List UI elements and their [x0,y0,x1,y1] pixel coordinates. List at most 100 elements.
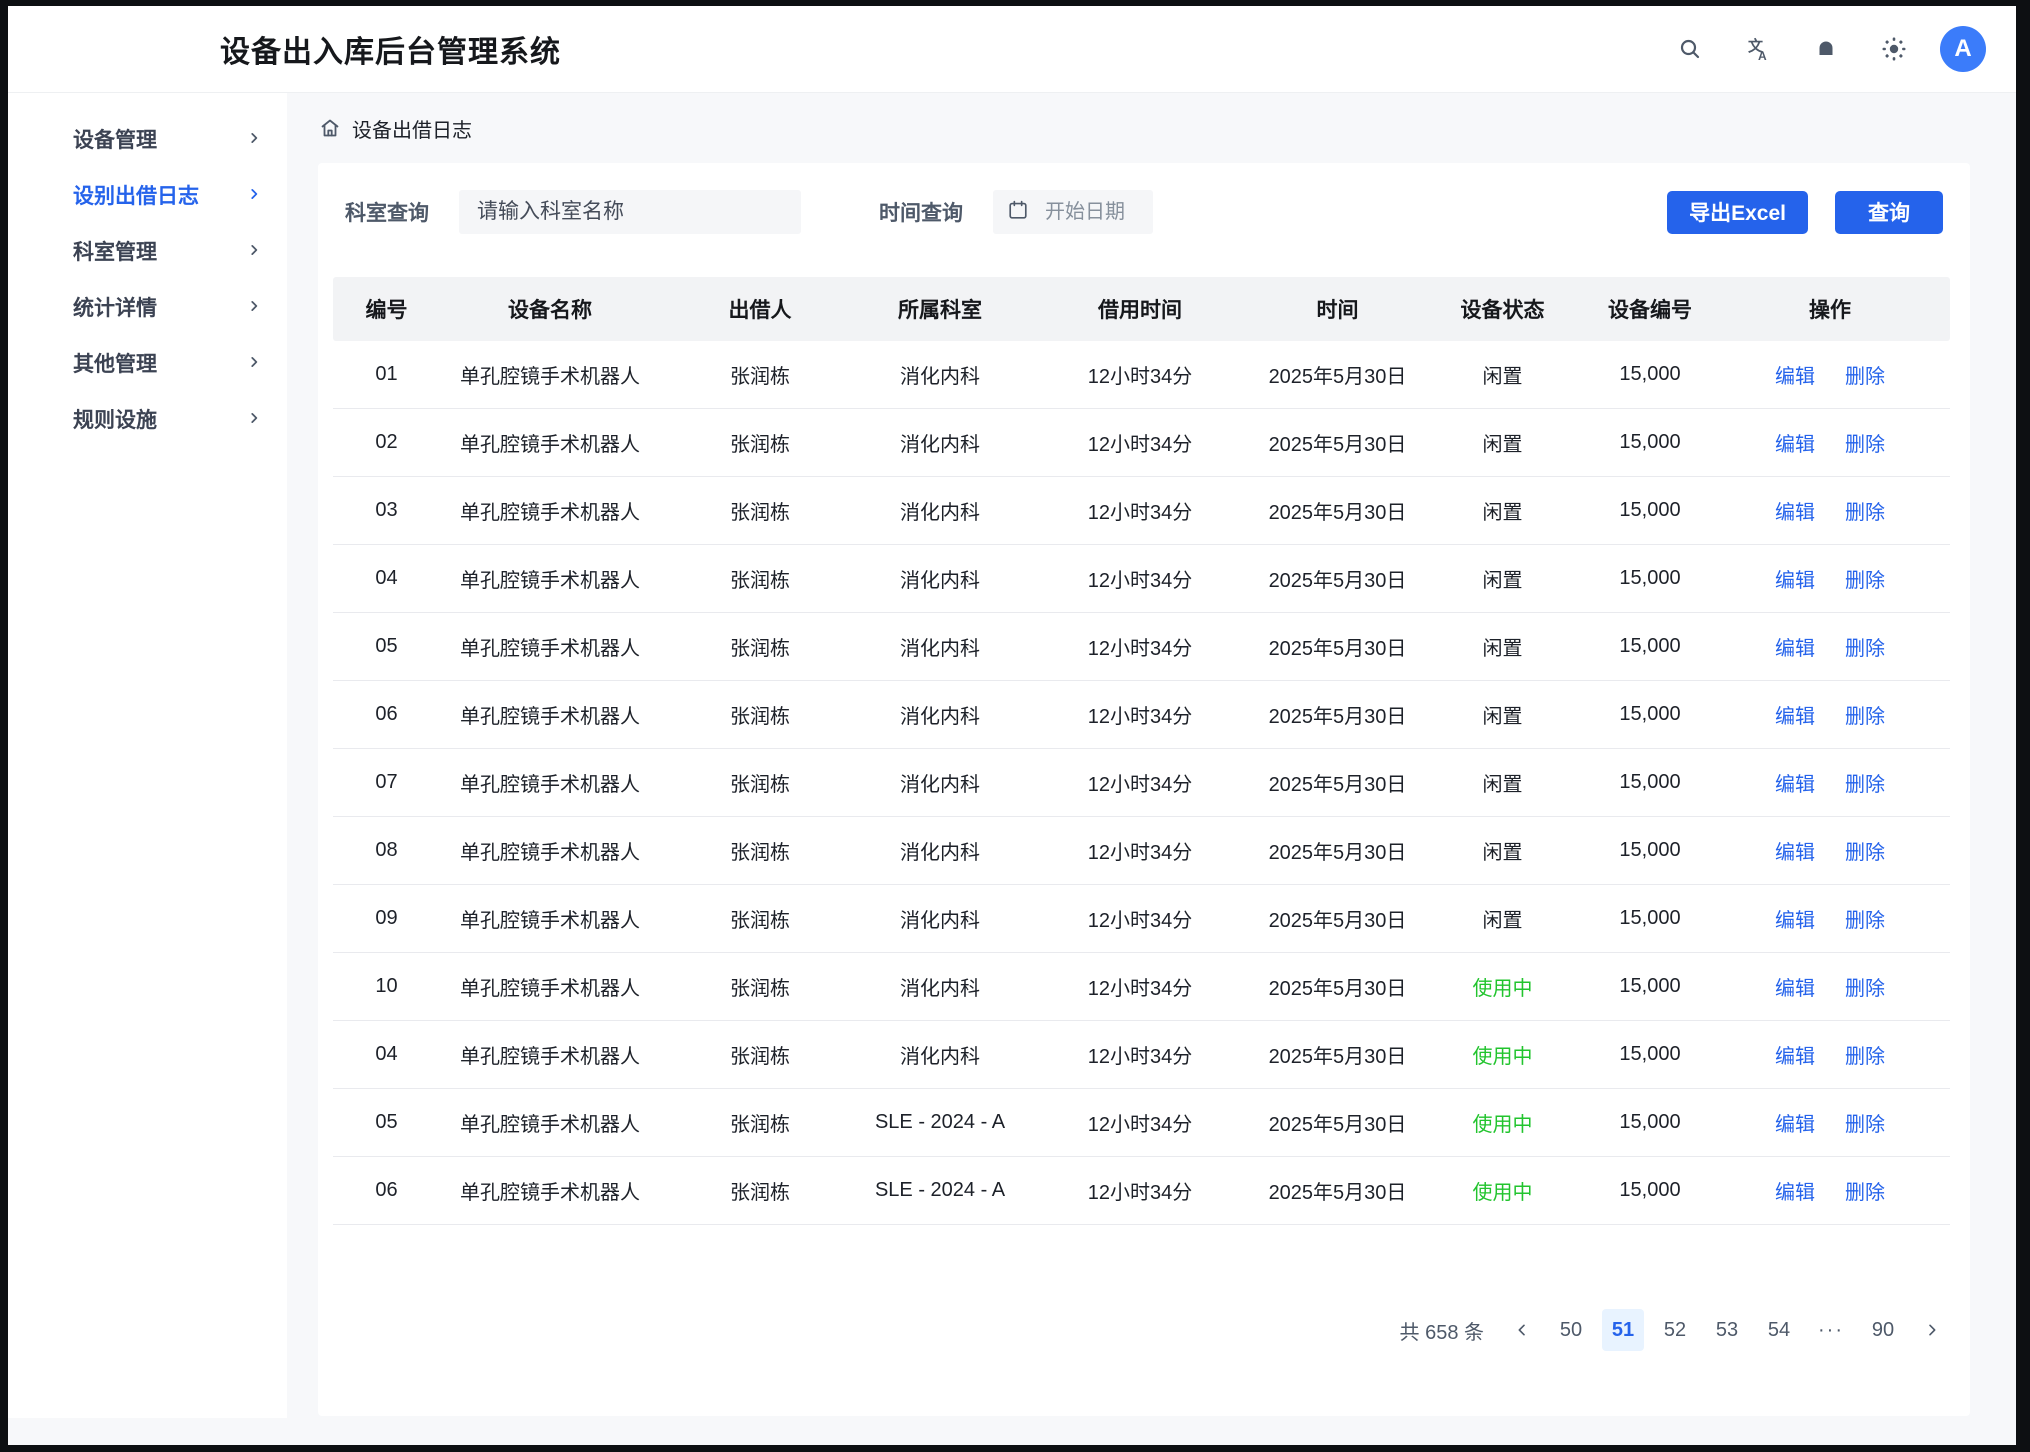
dept-search-input[interactable] [459,190,801,234]
edit-link[interactable]: 编辑 [1775,428,1815,457]
cell-status: 闲置 [1415,564,1590,593]
edit-link[interactable]: 编辑 [1775,700,1815,729]
page-number-button[interactable]: 90 [1862,1309,1904,1351]
notifications-button[interactable] [1804,27,1848,71]
delete-link[interactable]: 删除 [1845,1040,1885,1069]
cell-status: 闲置 [1415,632,1590,661]
cell-department: SLE - 2024 - A [860,1111,1020,1134]
cell-borrow-duration: 12小时34分 [1020,836,1260,865]
cell-borrow-duration: 12小时34分 [1020,632,1260,661]
column-header: 所属科室 [860,294,1020,324]
language-button[interactable]: 文 A [1736,27,1780,71]
cell-actions: 编辑 删除 [1710,632,1950,661]
export-excel-button[interactable]: 导出Excel [1667,191,1808,234]
cell-date: 2025年5月30日 [1260,1040,1415,1069]
delete-link[interactable]: 删除 [1845,496,1885,525]
edit-link[interactable]: 编辑 [1775,1040,1815,1069]
edit-link[interactable]: 编辑 [1775,360,1815,389]
cell-lender: 张润栋 [660,768,860,797]
delete-link[interactable]: 删除 [1845,632,1885,661]
log-card: 科室查询 时间查询 导出Ex [318,163,1970,1416]
edit-link[interactable]: 编辑 [1775,904,1815,933]
delete-link[interactable]: 删除 [1845,360,1885,389]
chevron-right-icon [247,295,261,319]
next-page-button[interactable] [1914,1309,1950,1351]
cell-device-code: 15,000 [1590,431,1710,454]
user-avatar[interactable]: A [1940,26,1986,72]
cell-id: 06 [333,703,440,726]
delete-link[interactable]: 删除 [1845,428,1885,457]
cell-actions: 编辑 删除 [1710,1108,1950,1137]
cell-id: 08 [333,839,440,862]
translate-icon: 文 A [1745,36,1771,62]
edit-link[interactable]: 编辑 [1775,972,1815,1001]
prev-page-button[interactable] [1504,1309,1540,1351]
delete-link[interactable]: 删除 [1845,904,1885,933]
cell-borrow-duration: 12小时34分 [1020,496,1260,525]
query-button[interactable]: 查询 [1835,191,1943,234]
delete-link[interactable]: 删除 [1845,972,1885,1001]
table-header-row: 编号设备名称出借人所属科室借用时间时间设备状态设备编号操作 [333,277,1950,341]
page-number-button[interactable]: 53 [1706,1309,1748,1351]
cell-id: 05 [333,1111,440,1134]
cell-device-name: 单孔腔镜手术机器人 [440,564,660,593]
start-date-picker[interactable] [993,190,1153,234]
edit-link[interactable]: 编辑 [1775,496,1815,525]
sidebar-item-0[interactable]: 设备管理 [8,111,287,167]
cell-actions: 编辑 删除 [1710,700,1950,729]
edit-link[interactable]: 编辑 [1775,632,1815,661]
sidebar-item-label: 设别出借日志 [73,180,199,210]
table-row: 04 单孔腔镜手术机器人 张润栋 消化内科 12小时34分 2025年5月30日… [333,545,1950,613]
cell-device-name: 单孔腔镜手术机器人 [440,632,660,661]
cell-department: 消化内科 [860,972,1020,1001]
theme-button[interactable] [1872,27,1916,71]
cell-borrow-duration: 12小时34分 [1020,972,1260,1001]
start-date-input[interactable] [1045,201,1145,224]
time-query-label: 时间查询 [879,197,963,227]
cell-borrow-duration: 12小时34分 [1020,1040,1260,1069]
page-number-button[interactable]: 52 [1654,1309,1696,1351]
sidebar-item-1[interactable]: 设别出借日志 [8,167,287,223]
delete-link[interactable]: 删除 [1845,1108,1885,1137]
cell-borrow-duration: 12小时34分 [1020,700,1260,729]
column-header: 操作 [1710,294,1950,324]
cell-status: 使用中 [1415,972,1590,1001]
sidebar-item-5[interactable]: 规则设施 [8,391,287,447]
cell-id: 02 [333,431,440,454]
delete-link[interactable]: 删除 [1845,1176,1885,1205]
cell-status: 闲置 [1415,360,1590,389]
page-number-button[interactable]: 54 [1758,1309,1800,1351]
column-header: 设备状态 [1415,294,1590,324]
header-actions: 文 A [1668,26,2016,72]
edit-link[interactable]: 编辑 [1775,564,1815,593]
edit-link[interactable]: 编辑 [1775,1176,1815,1205]
delete-link[interactable]: 删除 [1845,700,1885,729]
delete-link[interactable]: 删除 [1845,836,1885,865]
delete-link[interactable]: 删除 [1845,768,1885,797]
cell-device-name: 单孔腔镜手术机器人 [440,1108,660,1137]
table-row: 05 单孔腔镜手术机器人 张润栋 SLE - 2024 - A 12小时34分 … [333,1089,1950,1157]
page-number-button[interactable]: 51 [1602,1309,1644,1351]
table-row: 07 单孔腔镜手术机器人 张润栋 消化内科 12小时34分 2025年5月30日… [333,749,1950,817]
search-button[interactable] [1668,27,1712,71]
cell-device-name: 单孔腔镜手术机器人 [440,496,660,525]
cell-status: 使用中 [1415,1176,1590,1205]
edit-link[interactable]: 编辑 [1775,768,1815,797]
sidebar-item-4[interactable]: 其他管理 [8,335,287,391]
calendar-icon [1007,199,1029,226]
cell-borrow-duration: 12小时34分 [1020,428,1260,457]
sidebar-item-2[interactable]: 科室管理 [8,223,287,279]
cell-department: 消化内科 [860,700,1020,729]
sidebar-item-3[interactable]: 统计详情 [8,279,287,335]
cell-actions: 编辑 删除 [1710,1040,1950,1069]
edit-link[interactable]: 编辑 [1775,1108,1815,1137]
chevron-right-icon [247,351,261,375]
page-number-button[interactable]: 50 [1550,1309,1592,1351]
cell-device-name: 单孔腔镜手术机器人 [440,768,660,797]
sidebar-item-label: 统计详情 [73,292,157,322]
content-area: 设备管理 设别出借日志 科室管理 统计详情 其他管理 规则设施 [8,93,2016,1445]
edit-link[interactable]: 编辑 [1775,836,1815,865]
cell-device-name: 单孔腔镜手术机器人 [440,1040,660,1069]
breadcrumb[interactable]: 设备出借日志 [318,111,1970,145]
delete-link[interactable]: 删除 [1845,564,1885,593]
